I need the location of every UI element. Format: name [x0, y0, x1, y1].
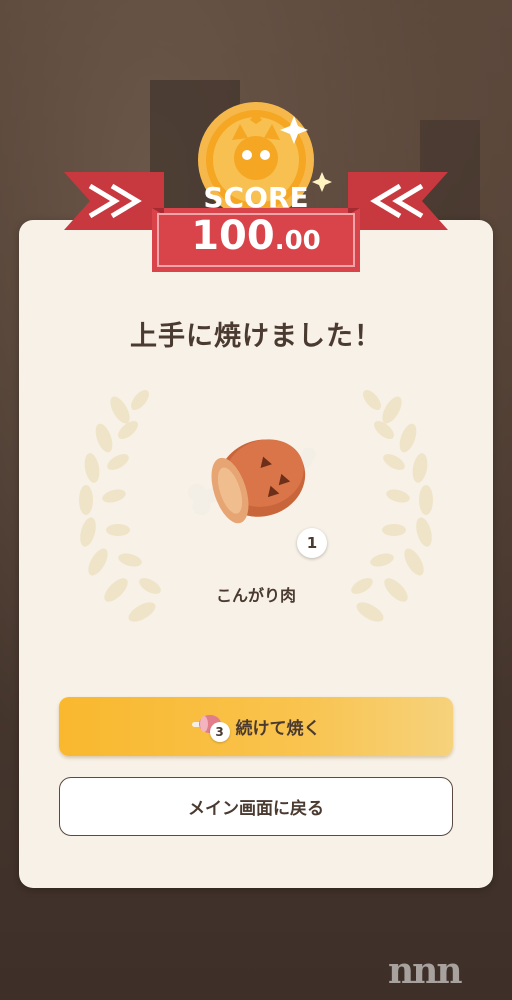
score-decimal: .00 — [274, 226, 321, 256]
return-main-screen-label: メイン画面に戻る — [188, 799, 324, 819]
reward-count-badge: 1 — [297, 528, 327, 558]
score-integer: 100 — [191, 213, 275, 259]
score-label: SCORE — [203, 181, 309, 214]
meat-icon: 3 — [191, 712, 230, 742]
meat-count-badge: 3 — [209, 721, 230, 742]
result-title: 上手に焼けました！ — [130, 321, 382, 352]
score-value: 100.00 — [150, 213, 362, 259]
reward-item-name: こんがり肉 — [215, 586, 296, 605]
return-main-screen-button[interactable]: メイン画面に戻る — [59, 777, 453, 836]
watermark: nnn — [388, 950, 463, 992]
continue-cooking-button[interactable]: 3 続けて焼く — [59, 697, 453, 756]
meat-on-bone-icon — [188, 439, 316, 524]
continue-cooking-label: 続けて焼く — [235, 719, 321, 739]
